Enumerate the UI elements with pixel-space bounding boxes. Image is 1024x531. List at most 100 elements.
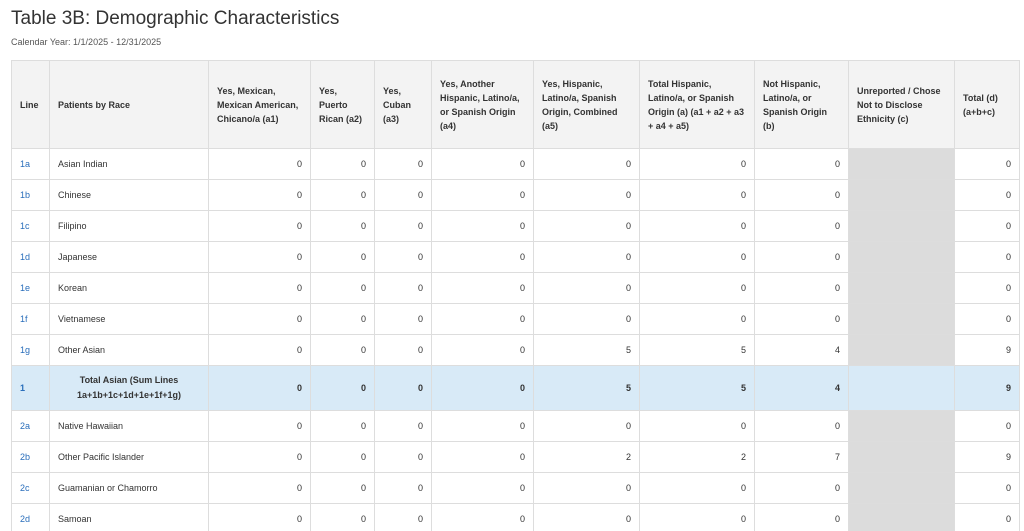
cell-a1: 0 <box>208 441 311 473</box>
cell-a4: 0 <box>431 272 534 304</box>
row-race-label: Samoan <box>49 503 209 531</box>
cell-a4: 0 <box>431 503 534 531</box>
cell-a4: 0 <box>431 410 534 442</box>
cell-a4: 0 <box>431 334 534 366</box>
row-race-label: Asian Indian <box>49 148 209 180</box>
table-row: 2b Other Pacific Islander 0 0 0 0 2 2 7 9 <box>11 441 1020 473</box>
cell-a1: 0 <box>208 365 311 411</box>
row-line-link[interactable]: 1e <box>11 272 50 304</box>
cell-b: 0 <box>754 179 849 211</box>
table-row: 1c Filipino 0 0 0 0 0 0 0 0 <box>11 210 1020 242</box>
cell-b: 7 <box>754 441 849 473</box>
cell-a5: 0 <box>533 179 640 211</box>
cell-c <box>848 441 955 473</box>
cell-a4: 0 <box>431 210 534 242</box>
cell-a1: 0 <box>208 472 311 504</box>
cell-a3: 0 <box>374 365 432 411</box>
cell-a1: 0 <box>208 179 311 211</box>
row-race-label: Japanese <box>49 241 209 273</box>
row-line-link[interactable]: 2d <box>11 503 50 531</box>
cell-a4: 0 <box>431 303 534 335</box>
cell-b: 0 <box>754 210 849 242</box>
row-line-link[interactable]: 2c <box>11 472 50 504</box>
table-header-row: Line Patients by Race Yes, Mexican, Mexi… <box>11 60 1020 149</box>
cell-b: 0 <box>754 148 849 180</box>
cell-b: 4 <box>754 334 849 366</box>
cell-a1: 0 <box>208 272 311 304</box>
cell-a3: 0 <box>374 179 432 211</box>
header-d: Total (d) (a+b+c) <box>954 60 1020 149</box>
cell-d: 0 <box>954 303 1020 335</box>
cell-a: 0 <box>639 472 755 504</box>
table-row: 1a Asian Indian 0 0 0 0 0 0 0 0 <box>11 148 1020 180</box>
cell-a5: 2 <box>533 441 640 473</box>
cell-a: 0 <box>639 210 755 242</box>
cell-a2: 0 <box>310 148 375 180</box>
header-c: Unreported / Chose Not to Disclose Ethni… <box>848 60 955 149</box>
cell-a2: 0 <box>310 272 375 304</box>
cell-a2: 0 <box>310 241 375 273</box>
cell-a5: 0 <box>533 472 640 504</box>
row-line-link[interactable]: 1a <box>11 148 50 180</box>
header-race: Patients by Race <box>49 60 209 149</box>
cell-a: 5 <box>639 334 755 366</box>
row-line-link[interactable]: 1 <box>11 365 50 411</box>
header-a2: Yes, Puerto Rican (a2) <box>310 60 375 149</box>
table-row: 2d Samoan 0 0 0 0 0 0 0 0 <box>11 503 1020 531</box>
cell-a5: 0 <box>533 303 640 335</box>
cell-a5: 0 <box>533 241 640 273</box>
cell-d: 9 <box>954 334 1020 366</box>
table-body: 1a Asian Indian 0 0 0 0 0 0 0 0 1b Chinese 0 0 0 0 0 0 0 0 1… <box>11 148 1020 531</box>
cell-c <box>848 272 955 304</box>
cell-a5: 0 <box>533 503 640 531</box>
row-line-link[interactable]: 2b <box>11 441 50 473</box>
cell-a: 0 <box>639 179 755 211</box>
row-race-label: Chinese <box>49 179 209 211</box>
header-b: Not Hispanic, Latino/a, or Spanish Origi… <box>754 60 849 149</box>
row-line-link[interactable]: 2a <box>11 410 50 442</box>
header-a3: Yes, Cuban (a3) <box>374 60 432 149</box>
cell-a5: 0 <box>533 148 640 180</box>
cell-c <box>848 241 955 273</box>
cell-a3: 0 <box>374 148 432 180</box>
cell-a5: 0 <box>533 210 640 242</box>
table-row: 1d Japanese 0 0 0 0 0 0 0 0 <box>11 241 1020 273</box>
cell-a: 0 <box>639 410 755 442</box>
cell-d: 0 <box>954 410 1020 442</box>
calendar-year: Calendar Year: 1/1/2025 - 12/31/2025 <box>11 37 162 47</box>
cell-a2: 0 <box>310 365 375 411</box>
cell-c <box>848 179 955 211</box>
cell-d: 0 <box>954 503 1020 531</box>
cell-d: 0 <box>954 148 1020 180</box>
cell-a3: 0 <box>374 210 432 242</box>
row-race-label: Other Asian <box>49 334 209 366</box>
cell-a4: 0 <box>431 241 534 273</box>
cell-a: 0 <box>639 503 755 531</box>
cell-a3: 0 <box>374 503 432 531</box>
cell-a: 0 <box>639 148 755 180</box>
row-line-link[interactable]: 1b <box>11 179 50 211</box>
row-race-label: Filipino <box>49 210 209 242</box>
cell-a2: 0 <box>310 303 375 335</box>
row-line-link[interactable]: 1d <box>11 241 50 273</box>
cell-c <box>848 148 955 180</box>
cell-a5: 5 <box>533 334 640 366</box>
row-line-link[interactable]: 1c <box>11 210 50 242</box>
cell-a3: 0 <box>374 303 432 335</box>
header-a1: Yes, Mexican, Mexican American, Chicano/… <box>208 60 311 149</box>
cell-d: 0 <box>954 472 1020 504</box>
table-row: 2a Native Hawaiian 0 0 0 0 0 0 0 0 <box>11 410 1020 442</box>
row-race-label: Guamanian or Chamorro <box>49 472 209 504</box>
row-line-link[interactable]: 1g <box>11 334 50 366</box>
cell-a4: 0 <box>431 365 534 411</box>
cell-c <box>848 365 955 411</box>
cell-a3: 0 <box>374 272 432 304</box>
cell-a1: 0 <box>208 503 311 531</box>
row-line-link[interactable]: 1f <box>11 303 50 335</box>
cell-a2: 0 <box>310 334 375 366</box>
cell-a3: 0 <box>374 334 432 366</box>
cell-a2: 0 <box>310 503 375 531</box>
cell-a1: 0 <box>208 303 311 335</box>
cell-a1: 0 <box>208 210 311 242</box>
cell-a3: 0 <box>374 241 432 273</box>
